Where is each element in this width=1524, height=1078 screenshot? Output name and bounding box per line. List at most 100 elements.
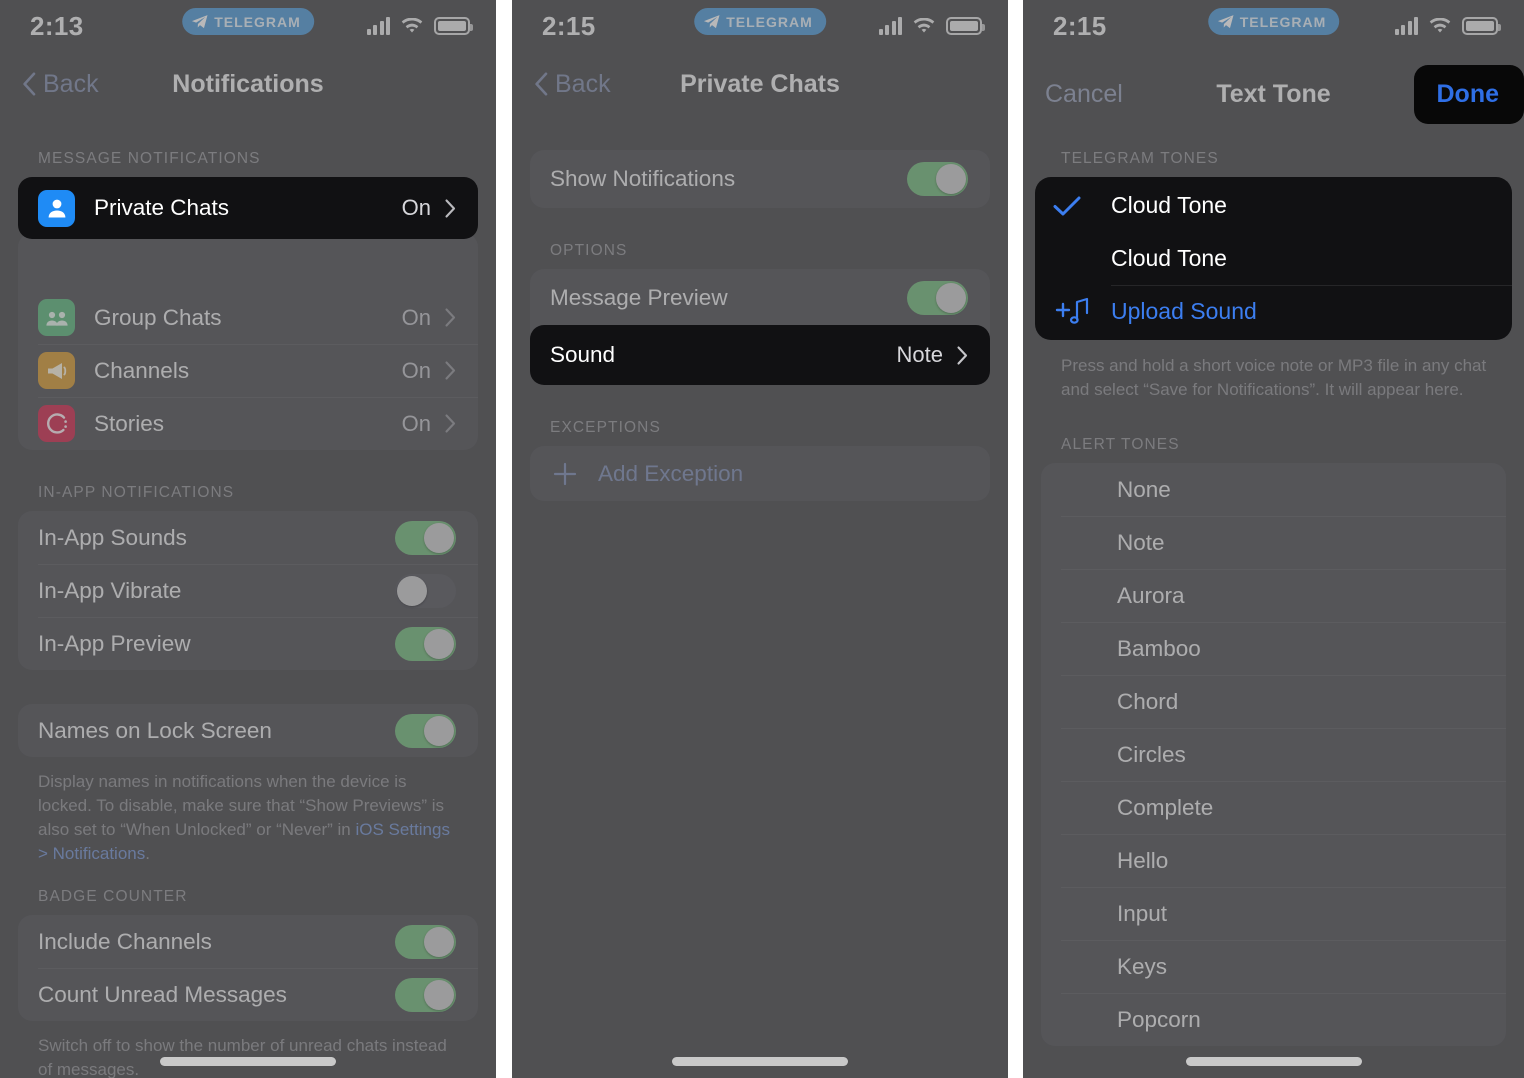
row-label: Circles	[1117, 741, 1186, 767]
row-alert-tone-complete[interactable]: Complete	[1041, 781, 1506, 834]
telegram-plane-icon	[1217, 15, 1234, 29]
row-alert-tone-input[interactable]: Input	[1041, 887, 1506, 940]
row-names-on-lock-screen[interactable]: Names on Lock Screen	[18, 704, 478, 757]
list-alert-tones: None Note Aurora Bamboo Chord Circles Co…	[1041, 463, 1506, 1046]
cellular-bars-icon	[1394, 17, 1418, 35]
row-label: Aurora	[1117, 582, 1185, 608]
row-cloud-tone-selected[interactable]: Cloud Tone	[1035, 179, 1512, 232]
back-label: Back	[555, 69, 611, 98]
chevron-right-icon	[445, 308, 456, 327]
row-stories[interactable]: Stories On	[18, 397, 478, 450]
telegram-recording-badge[interactable]: TELEGRAM	[694, 8, 826, 35]
section-header-message-notifications: MESSAGE NOTIFICATIONS	[38, 150, 261, 167]
list-lock-screen: Names on Lock Screen	[18, 704, 478, 757]
row-alert-tone-aurora[interactable]: Aurora	[1041, 569, 1506, 622]
row-label: In-App Sounds	[38, 524, 187, 550]
back-button[interactable]: Back	[22, 70, 99, 99]
row-alert-tone-none[interactable]: None	[1041, 463, 1506, 516]
row-value: On	[401, 195, 431, 220]
list-show-notifications: Show Notifications	[530, 150, 990, 208]
row-label: Upload Sound	[1111, 298, 1257, 324]
panel-text-tone: 2:15 TELEGRAM Cancel Text Tone Done TELE…	[1023, 0, 1524, 1078]
row-alert-tone-bamboo[interactable]: Bamboo	[1041, 622, 1506, 675]
row-cloud-tone[interactable]: Cloud Tone	[1035, 232, 1512, 285]
row-alert-tone-chord[interactable]: Chord	[1041, 675, 1506, 728]
row-label: Sound	[550, 342, 616, 367]
chevron-left-icon	[535, 72, 548, 96]
toggle-include-channels[interactable]	[395, 924, 456, 959]
person-icon	[38, 189, 75, 227]
toggle-in-app-preview[interactable]	[395, 626, 456, 661]
row-in-app-sounds[interactable]: In-App Sounds	[18, 511, 478, 564]
chevron-right-icon	[445, 414, 456, 433]
status-bar: 2:13 TELEGRAM	[0, 0, 496, 52]
row-label: None	[1117, 476, 1171, 502]
cellular-bars-icon	[878, 17, 902, 35]
list-in-app-notifications: In-App Sounds In-App Vibrate In-App Prev…	[18, 511, 478, 670]
wifi-icon	[401, 17, 423, 33]
row-group-chats[interactable]: Group Chats On	[18, 291, 478, 344]
toggle-in-app-vibrate[interactable]	[395, 573, 456, 608]
list-badge-counter: Include Channels Count Unread Messages	[18, 915, 478, 1021]
row-value: On	[401, 410, 431, 436]
row-value: Note	[896, 342, 943, 367]
row-upload-sound[interactable]: Upload Sound	[1035, 285, 1512, 338]
row-alert-tone-hello[interactable]: Hello	[1041, 834, 1506, 887]
megaphone-icon	[38, 352, 75, 389]
row-alert-tone-popcorn[interactable]: Popcorn	[1041, 993, 1506, 1046]
row-label: Popcorn	[1117, 1006, 1201, 1032]
row-label: Show Notifications	[550, 166, 736, 191]
row-label: Note	[1117, 529, 1165, 555]
row-count-unread-messages[interactable]: Count Unread Messages	[18, 968, 478, 1021]
nav-bar: Back Notifications	[0, 52, 496, 116]
toggle-count-unread-messages[interactable]	[395, 977, 456, 1012]
footnote-text-b: .	[145, 844, 150, 863]
row-alert-tone-circles[interactable]: Circles	[1041, 728, 1506, 781]
row-in-app-vibrate[interactable]: In-App Vibrate	[18, 564, 478, 617]
row-alert-tone-keys[interactable]: Keys	[1041, 940, 1506, 993]
home-indicator[interactable]	[160, 1057, 336, 1066]
row-label: Bamboo	[1117, 635, 1201, 661]
telegram-recording-badge[interactable]: TELEGRAM	[182, 8, 314, 35]
back-button[interactable]: Back	[534, 70, 611, 99]
row-label: Channels	[94, 357, 190, 383]
status-icons	[1394, 17, 1501, 35]
group-icon	[38, 299, 75, 336]
row-message-preview[interactable]: Message Preview	[530, 269, 990, 327]
panel-private-chats: 2:15 TELEGRAM Back Private Chats Show No…	[512, 0, 1008, 1078]
section-header-exceptions: EXCEPTIONS	[550, 419, 661, 436]
row-label: Cloud Tone	[1111, 192, 1227, 218]
row-include-channels[interactable]: Include Channels	[18, 915, 478, 968]
home-indicator[interactable]	[672, 1057, 848, 1066]
section-header-alert-tones: ALERT TONES	[1061, 436, 1180, 453]
row-in-app-preview[interactable]: In-App Preview	[18, 617, 478, 670]
nav-bar: Cancel Text Tone Done	[1023, 52, 1524, 136]
status-time: 2:13	[30, 10, 84, 41]
toggle-show-notifications[interactable]	[907, 162, 968, 196]
add-exception-button[interactable]: Add Exception	[530, 446, 990, 501]
toggle-in-app-sounds[interactable]	[395, 520, 456, 555]
battery-icon	[1462, 17, 1501, 35]
row-channels[interactable]: Channels On	[18, 344, 478, 397]
battery-icon	[946, 17, 985, 35]
telegram-recording-badge[interactable]: TELEGRAM	[1207, 8, 1340, 35]
status-icons	[366, 17, 473, 35]
telegram-badge-label: TELEGRAM	[726, 13, 813, 30]
cancel-button[interactable]: Cancel	[1045, 80, 1123, 109]
toggle-message-preview[interactable]	[907, 281, 968, 315]
footnote-badge-counter: Switch off to show the number of unread …	[38, 1036, 447, 1078]
telegram-plane-icon	[703, 15, 720, 29]
home-indicator[interactable]	[1185, 1057, 1362, 1066]
row-label: In-App Preview	[38, 630, 191, 656]
status-time: 2:15	[1053, 10, 1107, 41]
row-alert-tone-note[interactable]: Note	[1041, 516, 1506, 569]
row-label: Include Channels	[38, 928, 212, 954]
add-music-note-icon	[1053, 296, 1111, 328]
row-show-notifications[interactable]: Show Notifications	[530, 150, 990, 208]
row-sound[interactable]: Sound Note	[530, 325, 990, 385]
row-label: In-App Vibrate	[38, 577, 182, 603]
row-private-chats[interactable]: Private Chats On	[18, 177, 478, 239]
row-value: On	[401, 304, 431, 330]
toggle-names-on-lock-screen[interactable]	[395, 713, 456, 748]
done-button[interactable]: Done	[1413, 64, 1524, 124]
